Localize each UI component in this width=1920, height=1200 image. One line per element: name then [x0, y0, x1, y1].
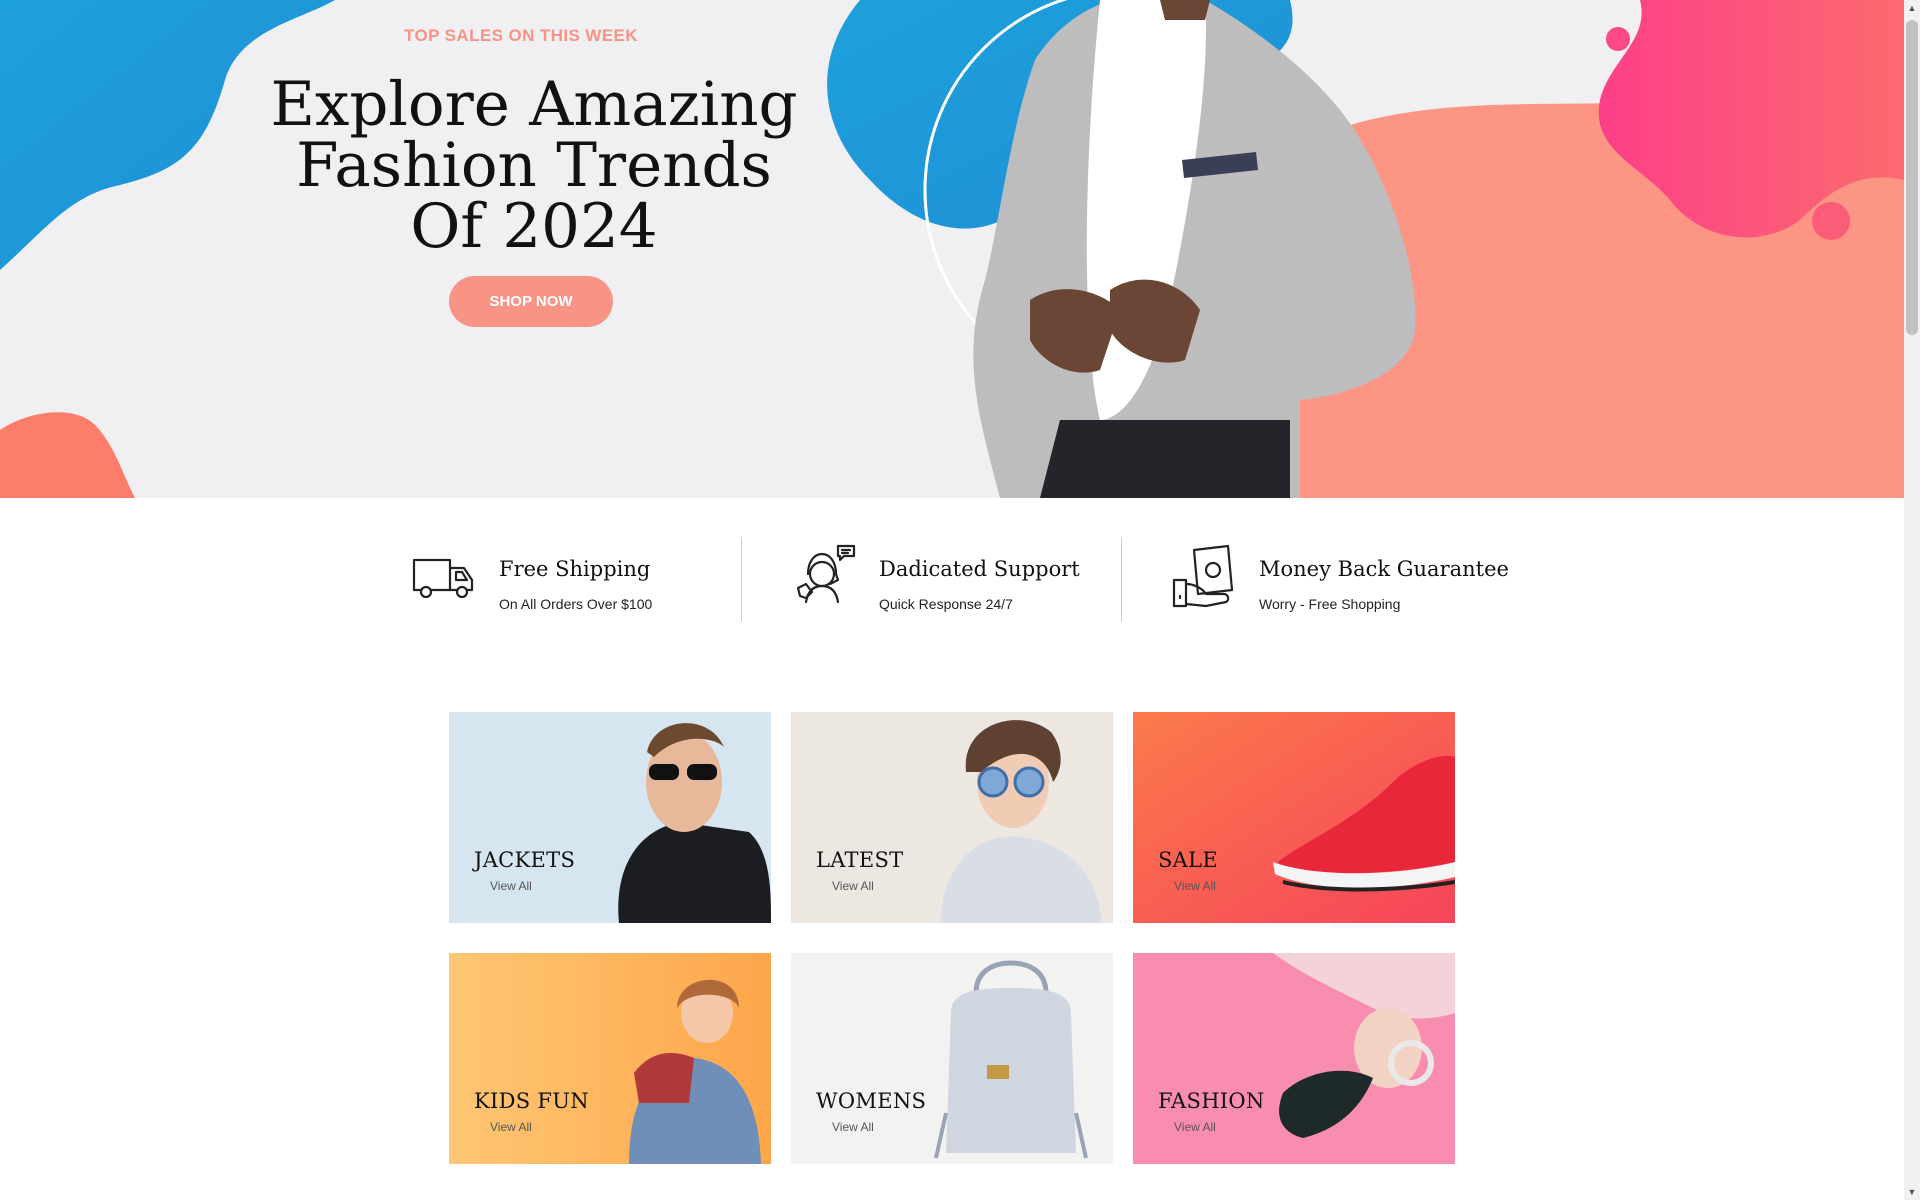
- hero-eyebrow: TOP SALES ON THIS WEEK: [404, 26, 638, 45]
- hero-title-line: Of 2024: [410, 191, 658, 262]
- category-name: JACKETS: [474, 848, 576, 872]
- category-card-jackets[interactable]: JACKETS View All: [449, 712, 771, 923]
- hero-banner: TOP SALES ON THIS WEEK Explore Amazing F…: [0, 0, 1904, 498]
- hero-title-line: Explore Amazing: [270, 69, 798, 140]
- feature-subtitle: Quick Response 24/7: [879, 596, 1013, 612]
- scrollbar-thumb[interactable]: [1906, 20, 1918, 335]
- feature-subtitle: Worry - Free Shopping: [1259, 596, 1401, 612]
- view-all-link[interactable]: View All: [832, 879, 874, 893]
- delivery-truck-icon: [412, 558, 474, 599]
- view-all-link[interactable]: View All: [490, 879, 532, 893]
- category-card-sale[interactable]: SALE View All: [1133, 712, 1455, 923]
- feature-divider: [1121, 537, 1122, 622]
- category-name: SALE: [1158, 848, 1219, 872]
- money-back-icon: [1172, 544, 1234, 608]
- view-all-link[interactable]: View All: [832, 1120, 874, 1134]
- shop-now-button[interactable]: SHOP NOW: [449, 276, 613, 327]
- view-all-link[interactable]: View All: [1174, 879, 1216, 893]
- feature-subtitle: On All Orders Over $100: [499, 596, 653, 612]
- hero-title: Explore Amazing Fashion Trends Of 2024: [270, 74, 798, 257]
- support-agent-icon: [796, 544, 856, 604]
- view-all-link[interactable]: View All: [490, 1120, 532, 1134]
- category-card-latest[interactable]: LATEST View All: [791, 712, 1113, 923]
- feature-divider: [741, 537, 742, 622]
- category-card-fashion[interactable]: FASHION View All: [1133, 953, 1455, 1164]
- scroll-up-icon[interactable]: ▲: [1904, 0, 1920, 16]
- category-name: KIDS FUN: [474, 1089, 589, 1113]
- feature-title: Dadicated Support: [879, 557, 1080, 581]
- category-name: LATEST: [816, 848, 904, 872]
- category-name: FASHION: [1158, 1089, 1265, 1113]
- scroll-down-icon[interactable]: ▼: [1904, 1184, 1920, 1200]
- category-name: WOMENS: [816, 1089, 927, 1113]
- feature-title: Free Shipping: [499, 557, 651, 581]
- hero-title-line: Fashion Trends: [296, 130, 772, 201]
- view-all-link[interactable]: View All: [1174, 1120, 1216, 1134]
- feature-title: Money Back Guarantee: [1259, 557, 1509, 581]
- category-card-womens[interactable]: WOMENS View All: [791, 953, 1113, 1164]
- category-card-kids-fun[interactable]: KIDS FUN View All: [449, 953, 771, 1164]
